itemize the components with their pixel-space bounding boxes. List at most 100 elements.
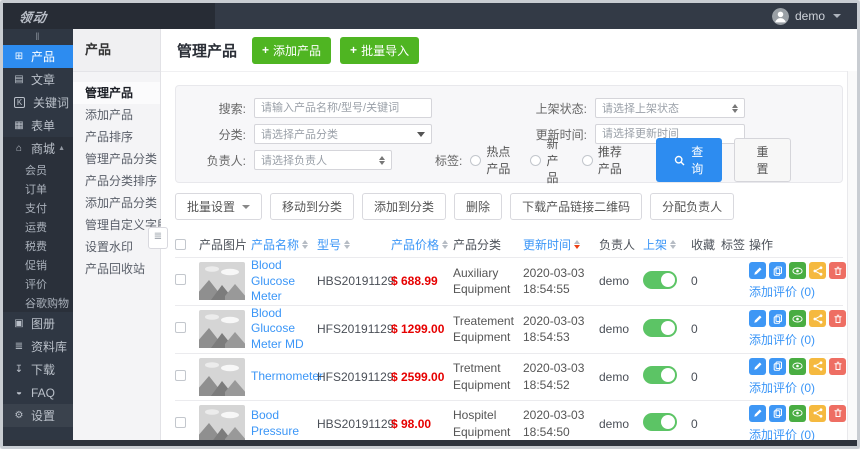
column-header[interactable]: 型号	[317, 236, 391, 253]
sort-icon[interactable]	[574, 239, 581, 249]
sidebar-item-articles[interactable]: ▤ 文章	[3, 68, 73, 91]
product-image[interactable]	[197, 357, 247, 396]
owner-select[interactable]: 请选择负责人	[254, 150, 393, 170]
add-review-link[interactable]: 添加评价 (0)	[749, 331, 815, 348]
query-button[interactable]: 查询	[656, 138, 723, 182]
row-checkbox[interactable]	[175, 274, 186, 286]
share-button[interactable]	[809, 404, 826, 422]
sidebar-item-settings[interactable]: ⚙ 设置	[3, 404, 73, 427]
submenu-item[interactable]: 管理自定义字段	[73, 214, 169, 236]
submenu-item[interactable]: 管理产品分类	[73, 148, 160, 170]
sidebar-collapse-icon[interactable]: ‖	[3, 29, 73, 45]
on-shelf-toggle[interactable]	[643, 270, 677, 289]
sidebar-item-albums[interactable]: ▣ 图册	[3, 312, 73, 335]
submenu-item[interactable]: 管理产品	[73, 82, 160, 104]
product-name-link[interactable]: Blood Glucose Meter	[251, 258, 313, 305]
product-image[interactable]	[197, 310, 247, 349]
product-name-link[interactable]: Thermometer	[251, 369, 323, 385]
move-to-category-button[interactable]: 移动到分类	[270, 193, 355, 220]
edit-button[interactable]	[749, 262, 766, 280]
add-review-link[interactable]: 添加评价 (0)	[749, 379, 815, 396]
share-button[interactable]	[809, 357, 826, 375]
sidebar-item-products[interactable]: ⊞ 产品	[3, 45, 73, 68]
add-review-link[interactable]: 添加评价 (0)	[749, 283, 815, 300]
sort-icon[interactable]	[302, 239, 309, 249]
copy-button[interactable]	[769, 404, 786, 422]
edit-button[interactable]	[749, 404, 766, 422]
submenu-item[interactable]: 产品回收站	[73, 258, 160, 280]
tag-new-checkbox[interactable]: 新产品	[530, 135, 567, 186]
sidebar-item-library[interactable]: ≣ 资料库	[3, 335, 73, 358]
column-header[interactable]: 更新时间	[523, 236, 599, 253]
sidebar-item-sub-10[interactable]: 促销	[3, 255, 73, 274]
row-checkbox[interactable]	[175, 322, 186, 334]
edit-button[interactable]	[749, 357, 766, 375]
submenu-item[interactable]: 产品分类排序	[73, 170, 160, 192]
reset-button[interactable]: 重置	[734, 138, 791, 182]
preview-button[interactable]	[789, 262, 806, 280]
column-header[interactable]: 产品名称	[251, 236, 317, 253]
sidebar-item-mall[interactable]: ⌂ 商城 ▲	[3, 137, 73, 160]
sidebar-item-sub-12[interactable]: 谷歌购物	[3, 293, 73, 312]
sidebar-item-forms[interactable]: ▦ 表单	[3, 114, 73, 137]
delete-row-button[interactable]	[829, 357, 846, 375]
delete-row-button[interactable]	[829, 310, 846, 328]
column-header[interactable]: 产品价格	[391, 236, 453, 253]
edit-button[interactable]	[749, 310, 766, 328]
on-shelf-toggle[interactable]	[643, 318, 677, 337]
select-all-checkbox[interactable]	[175, 238, 186, 250]
submenu-item[interactable]: 产品排序	[73, 126, 160, 148]
sidebar-item-sub-6[interactable]: 订单	[3, 179, 73, 198]
submenu-item[interactable]: 设置水印	[73, 236, 160, 258]
share-button[interactable]	[809, 310, 826, 328]
product-name-link[interactable]: Blood Glucose Meter MD	[251, 306, 313, 353]
add-product-button[interactable]: + 添加产品	[252, 36, 332, 64]
category-select[interactable]: 请选择产品分类	[254, 124, 432, 144]
category-label: 分类:	[218, 127, 246, 142]
sidebar-item-sub-5[interactable]: 会员	[3, 160, 73, 179]
tag-hot-checkbox[interactable]: 热点产品	[470, 143, 516, 177]
row-checkbox[interactable]	[175, 369, 186, 381]
sort-icon[interactable]	[344, 239, 351, 249]
submenu-collapse-button[interactable]: ≣	[148, 227, 168, 249]
assign-owner-button[interactable]: 分配负责人	[650, 193, 735, 220]
submenu-item[interactable]: 添加产品	[73, 104, 160, 126]
row-checkbox[interactable]	[175, 416, 186, 428]
delete-row-button[interactable]	[829, 404, 846, 422]
sidebar-item-sub-8[interactable]: 运费	[3, 217, 73, 236]
copy-button[interactable]	[769, 357, 786, 375]
add-to-category-button[interactable]: 添加到分类	[362, 193, 447, 220]
column-header[interactable]: 上架	[643, 236, 691, 253]
sidebar-item-sub-9[interactable]: 税费	[3, 236, 73, 255]
status-select[interactable]: 请选择上架状态	[595, 98, 745, 118]
submenu-item[interactable]: 添加产品分类	[73, 192, 160, 214]
sidebar-item-keywords[interactable]: K 关键词	[3, 91, 73, 114]
sidebar-item-download[interactable]: ↧ 下载	[3, 358, 73, 381]
product-name-link[interactable]: Bood Pressure	[251, 408, 313, 439]
search-input[interactable]	[254, 98, 432, 118]
scrollbar-track[interactable]	[847, 71, 857, 446]
share-button[interactable]	[809, 262, 826, 280]
copy-button[interactable]	[769, 310, 786, 328]
on-shelf-toggle[interactable]	[643, 366, 677, 385]
product-image[interactable]	[197, 404, 247, 443]
user-menu[interactable]: demo	[771, 7, 857, 25]
preview-button[interactable]	[789, 357, 806, 375]
search-label: 搜索:	[218, 101, 246, 116]
preview-button[interactable]	[789, 310, 806, 328]
bulk-import-button[interactable]: + 批量导入	[340, 36, 420, 64]
product-image[interactable]	[197, 262, 247, 301]
copy-button[interactable]	[769, 262, 786, 280]
sidebar-item-sub-11[interactable]: 评价	[3, 274, 73, 293]
delete-button[interactable]: 删除	[454, 193, 503, 220]
delete-row-button[interactable]	[829, 262, 846, 280]
sidebar-item-faq[interactable]: ◒ FAQ	[3, 381, 73, 404]
sort-icon[interactable]	[442, 239, 449, 249]
on-shelf-toggle[interactable]	[643, 413, 677, 432]
sort-icon[interactable]	[670, 239, 677, 249]
download-qrcode-button[interactable]: 下载产品链接二维码	[510, 193, 643, 220]
bulk-set-button[interactable]: 批量设置	[175, 193, 263, 220]
tag-recommended-checkbox[interactable]: 推荐产品	[581, 143, 628, 177]
sidebar-item-sub-7[interactable]: 支付	[3, 198, 73, 217]
preview-button[interactable]	[789, 404, 806, 422]
